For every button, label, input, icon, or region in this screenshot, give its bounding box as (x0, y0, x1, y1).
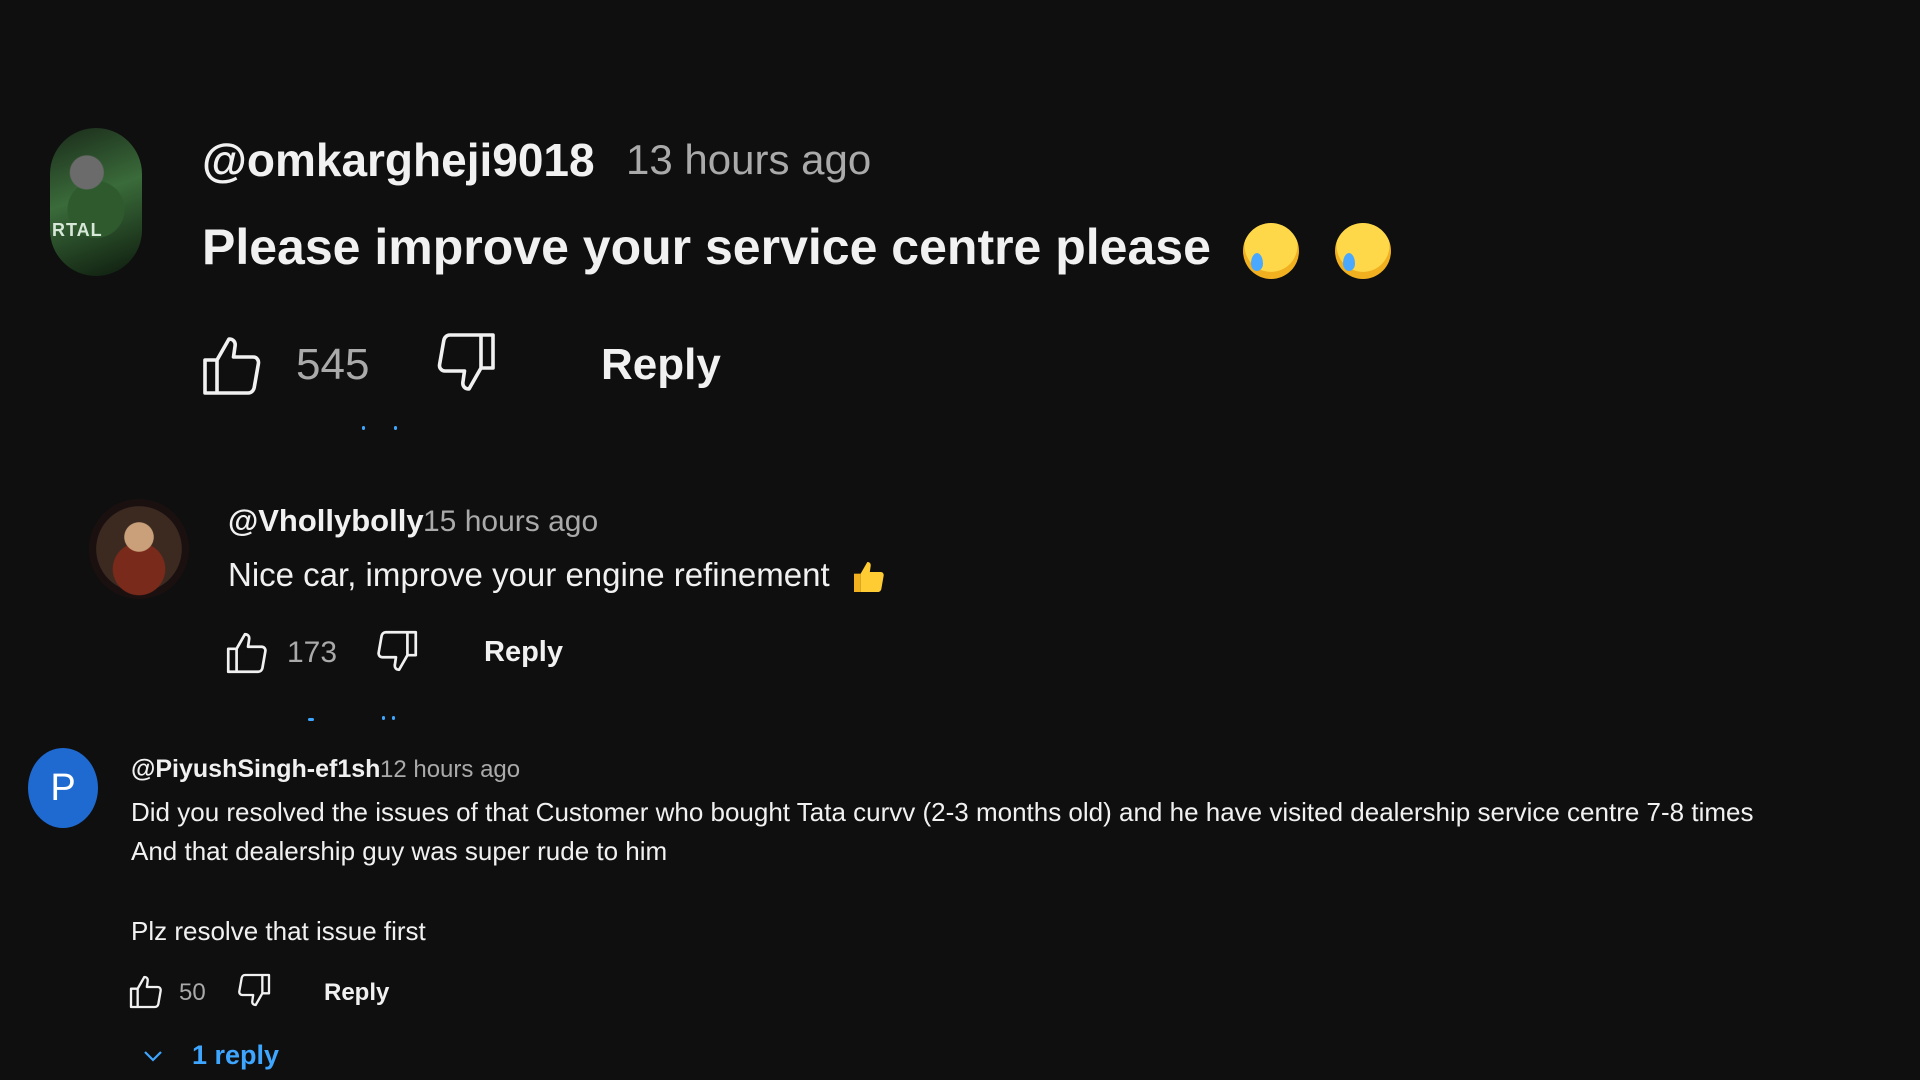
comment-author[interactable]: @Vhollybolly (228, 503, 424, 539)
crying-face-emoji-icon (1242, 222, 1299, 279)
replies-count-link[interactable]: 1 reply (192, 1040, 279, 1071)
comment-time[interactable]: 12 hours ago (380, 756, 520, 784)
thumbs-up-icon[interactable] (126, 972, 166, 1012)
chevron-down-icon (144, 1051, 162, 1062)
divider-dots (382, 716, 385, 720)
avatar[interactable]: P (28, 748, 98, 828)
comment-text: Nice car, improve your engine refinement (228, 556, 889, 597)
avatar-text: RTAL (52, 220, 103, 240)
comment-author[interactable]: @omkargheji9018 (202, 133, 595, 187)
thumbs-down-icon[interactable] (234, 970, 274, 1010)
reply-button[interactable]: Reply (601, 340, 721, 390)
comment-text-line: Plz resolve that issue first (131, 916, 426, 946)
comment-text-line: And that dealership guy was super rude t… (131, 836, 668, 866)
divider-dots (394, 426, 397, 430)
avatar-letter: P (50, 766, 76, 809)
divider-dots (308, 718, 314, 721)
comment-text-body: Please improve your service centre pleas… (202, 219, 1211, 275)
like-count: 545 (296, 340, 370, 389)
thumbs-up-icon[interactable] (222, 628, 272, 678)
divider-dots (392, 716, 395, 720)
reply-button[interactable]: Reply (484, 636, 563, 669)
thumbs-down-icon[interactable] (430, 326, 502, 398)
thumbs-down-icon[interactable] (372, 626, 422, 676)
like-count: 173 (287, 636, 338, 669)
comment-text: Please improve your service centre pleas… (202, 218, 1391, 279)
comment-author[interactable]: @PiyushSingh-ef1sh (131, 755, 380, 784)
crying-face-emoji-icon (1334, 222, 1391, 279)
divider-dots (362, 426, 365, 430)
avatar[interactable]: RTAL (50, 128, 142, 276)
thumbs-up-emoji-icon (853, 562, 884, 593)
comment-text-line: Did you resolved the issues of that Cust… (131, 797, 1754, 827)
reply-button[interactable]: Reply (324, 979, 389, 1007)
like-count: 50 (179, 979, 206, 1006)
comment-time[interactable]: 13 hours ago (626, 136, 871, 184)
comment-time[interactable]: 15 hours ago (423, 505, 598, 539)
comment-text-body: Nice car, improve your engine refinement (228, 556, 830, 593)
avatar[interactable] (89, 499, 189, 599)
thumbs-up-icon[interactable] (196, 330, 268, 402)
